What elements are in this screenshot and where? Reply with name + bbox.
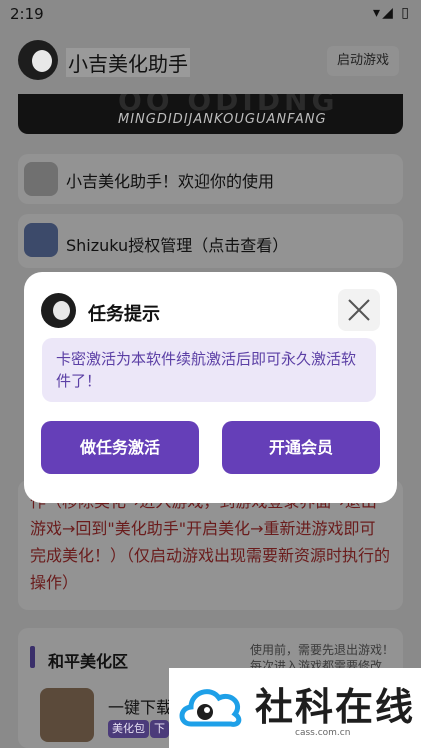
game-download-title[interactable]: 一键下载 xyxy=(108,694,172,718)
close-icon xyxy=(348,299,370,321)
shizuku-row[interactable]: Shizuku授权管理（点击查看） xyxy=(18,214,403,268)
tag-download: 下 xyxy=(150,720,169,738)
launch-game-button[interactable]: 启动游戏 xyxy=(326,46,399,76)
cloud-logo-icon xyxy=(179,689,242,727)
watermark: 社科在线 cass.com.cn xyxy=(169,668,421,748)
instructions-text: 作（移除美化→进入游戏，到游戏登录界面→退出游戏→回到"美化助手"开启美化→重新… xyxy=(30,492,391,592)
task-dialog: 任务提示 卡密激活为本软件续航激活后即可永久激活软件了！ 做任务激活 开通会员 xyxy=(24,272,397,503)
status-bar: 2:19 ▾◢ ▯ xyxy=(0,0,421,28)
task-activate-button[interactable]: 做任务激活 xyxy=(41,421,199,474)
welcome-label: 小吉美化助手！欢迎你的使用 xyxy=(66,172,275,191)
chat-icon xyxy=(24,162,58,196)
welcome-row[interactable]: 小吉美化助手！欢迎你的使用 xyxy=(18,154,403,204)
dialog-message: 卡密激活为本软件续航激活后即可永久激活软件了！ xyxy=(42,338,376,402)
banner-image: OO ODIDNG MINGDIDIJANKOUGUANFANG xyxy=(18,94,403,134)
dialog-title: 任务提示 xyxy=(88,304,160,325)
shizuku-label: Shizuku授权管理（点击查看） xyxy=(66,236,289,255)
app-title: 小吉美化助手 xyxy=(66,48,190,77)
dialog-avatar xyxy=(41,293,76,328)
section-bar xyxy=(30,646,35,668)
watermark-url: cass.com.cn xyxy=(295,728,351,738)
open-vip-button[interactable]: 开通会员 xyxy=(222,421,380,474)
app-avatar xyxy=(18,40,58,80)
banner-subtitle: MINGDIDIJANKOUGUANFANG xyxy=(118,112,327,127)
game-thumbnail xyxy=(40,688,94,742)
app-bar: 小吉美化助手 启动游戏 xyxy=(0,28,421,94)
section-title: 和平美化区 xyxy=(48,652,129,671)
tag-beautify-pack: 美化包 xyxy=(108,720,149,738)
clock: 2:19 xyxy=(10,5,44,23)
status-icons: ▾◢ ▯ xyxy=(373,5,411,21)
close-button[interactable] xyxy=(338,289,380,331)
watermark-brand: 社科在线 xyxy=(255,685,416,729)
shizuku-icon xyxy=(24,223,58,257)
